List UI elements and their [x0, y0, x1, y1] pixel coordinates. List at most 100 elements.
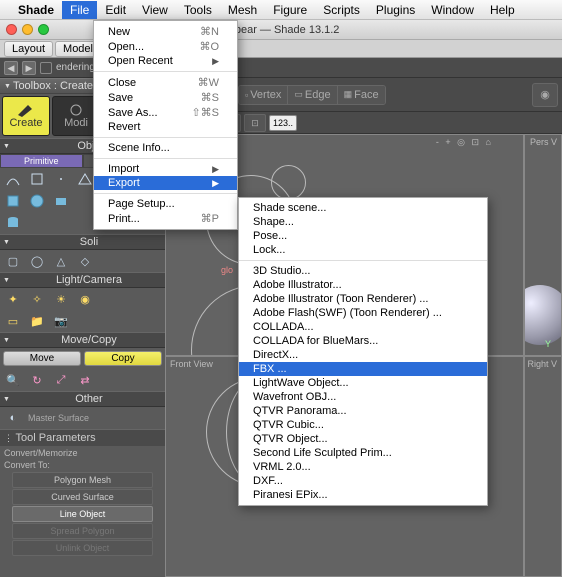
export-menu-adobe-illustrator-toon-renderer-[interactable]: Adobe Illustrator (Toon Renderer) ... [239, 292, 487, 306]
mirror-icon[interactable]: ⇄ [76, 371, 94, 389]
export-menu-collada-for-bluemars-[interactable]: COLLADA for BlueMars... [239, 334, 487, 348]
sphere-icon[interactable] [28, 192, 46, 210]
sun-icon[interactable]: ☀ [52, 290, 70, 308]
vp-number-field[interactable]: 123.. [269, 115, 297, 131]
menu-mesh[interactable]: Mesh [220, 1, 265, 19]
area-light-icon[interactable]: ▭ [4, 312, 22, 330]
export-menu-pose-[interactable]: Pose... [239, 229, 487, 243]
file-menu-import[interactable]: Import▶ [94, 162, 237, 176]
next-button[interactable]: ▶ [22, 61, 36, 75]
menu-plugins[interactable]: Plugins [368, 1, 423, 19]
file-menu-save-as-[interactable]: Save As...⇧⌘S [94, 105, 237, 120]
bulb-icon[interactable]: ◉ [76, 290, 94, 308]
rect-icon[interactable] [28, 170, 46, 188]
master-surface-label[interactable]: Master Surface [28, 409, 89, 427]
export-menu-lightwave-object-[interactable]: LightWave Object... [239, 376, 487, 390]
face-icon[interactable] [52, 192, 70, 210]
export-menu-directx-[interactable]: DirectX... [239, 348, 487, 362]
curve-icon[interactable] [4, 170, 22, 188]
export-menu-vrml-[interactable]: VRML 2.0... [239, 460, 487, 474]
solid-icon-3[interactable]: △ [52, 252, 70, 270]
menu-file[interactable]: File [62, 1, 97, 19]
file-menu-print-[interactable]: Print...⌘P [94, 211, 237, 226]
convert-unlink-object[interactable]: Unlink Object [12, 540, 153, 556]
menu-help[interactable]: Help [482, 1, 523, 19]
minimize-window-button[interactable] [22, 24, 33, 35]
other-section[interactable]: ▼Other [0, 391, 165, 407]
translate-icon[interactable]: 🔍 [4, 371, 22, 389]
solid-icon-4[interactable]: ◇ [76, 252, 94, 270]
file-menu-open-[interactable]: Open...⌘O [94, 39, 237, 54]
menu-view[interactable]: View [134, 1, 176, 19]
export-menu-shade-scene-[interactable]: Shade scene... [239, 201, 487, 215]
triangle-icon[interactable] [76, 170, 94, 188]
file-menu-page-setup-[interactable]: Page Setup... [94, 197, 237, 211]
camera-icon[interactable]: 📷 [52, 312, 70, 330]
app-name[interactable]: Shade [18, 3, 54, 17]
file-menu-revert[interactable]: Revert [94, 120, 237, 134]
rotate-icon[interactable]: ↻ [28, 371, 46, 389]
menu-scripts[interactable]: Scripts [315, 1, 368, 19]
file-menu-export[interactable]: Export▶ [94, 176, 237, 190]
face-mode[interactable]: ▦Face [338, 86, 385, 104]
export-menu-wavefront-obj-[interactable]: Wavefront OBJ... [239, 390, 487, 404]
prev-button[interactable]: ◀ [4, 61, 18, 75]
primitive-tab[interactable]: Primitive [0, 154, 83, 168]
export-menu-second-life-sculpted-prim-[interactable]: Second Life Sculpted Prim... [239, 446, 487, 460]
export-menu-lock-[interactable]: Lock... [239, 243, 487, 257]
export-menu-adobe-flash-swf-toon-renderer-[interactable]: Adobe Flash(SWF) (Toon Renderer) ... [239, 306, 487, 320]
menu-edit[interactable]: Edit [97, 1, 134, 19]
file-menu-close[interactable]: Close⌘W [94, 75, 237, 90]
convert-spread-polygon[interactable]: Spread Polygon [12, 523, 153, 539]
export-menu-piranesi-epix-[interactable]: Piranesi EPix... [239, 488, 487, 502]
menu-figure[interactable]: Figure [265, 1, 315, 19]
close-window-button[interactable] [6, 24, 17, 35]
export-menu-qtvr-object-[interactable]: QTVR Object... [239, 432, 487, 446]
solid-icon-1[interactable]: ▢ [4, 252, 22, 270]
move-button[interactable]: Move [3, 351, 81, 366]
export-menu-dxf-[interactable]: DXF... [239, 474, 487, 488]
file-menu-new[interactable]: New⌘N [94, 24, 237, 39]
export-menu-adobe-illustrator-[interactable]: Adobe Illustrator... [239, 278, 487, 292]
export-menu-fbx-[interactable]: FBX ... [239, 362, 487, 376]
export-menu-qtvr-cubic-[interactable]: QTVR Cubic... [239, 418, 487, 432]
menu-tools[interactable]: Tools [176, 1, 220, 19]
solid-section[interactable]: ▼Soli [0, 234, 165, 250]
file-menu-save[interactable]: Save⌘S [94, 90, 237, 105]
viewport-pers[interactable]: Pers V Y [524, 134, 562, 356]
vp-snap-button[interactable]: ⊡ [244, 114, 266, 132]
file-menu-open-recent[interactable]: Open Recent▶ [94, 54, 237, 68]
zoom-window-button[interactable] [38, 24, 49, 35]
scale-icon[interactable]: ⤢ [52, 371, 70, 389]
vertex-mode[interactable]: ▫Vertex [239, 86, 288, 104]
viewport-right[interactable]: Right V [524, 356, 562, 577]
solid-icon-2[interactable]: ◯ [28, 252, 46, 270]
convert-polygon-mesh[interactable]: Polygon Mesh [12, 472, 153, 488]
cylinder-icon[interactable] [4, 214, 22, 232]
export-menu-collada-[interactable]: COLLADA... [239, 320, 487, 334]
convert-line-object[interactable]: Line Object [12, 506, 153, 522]
file-menu-scene-info-[interactable]: Scene Info... [94, 141, 237, 155]
rendering-label: endering [56, 62, 95, 73]
viewport-controls[interactable]: - + ◎ ⊡ ⌂ [436, 137, 493, 148]
rendering-checkbox[interactable] [40, 62, 52, 74]
light-icon[interactable]: ✦ [4, 290, 22, 308]
export-menu--d-studio-[interactable]: 3D Studio... [239, 264, 487, 278]
vp-render-button[interactable]: ◉ [532, 83, 558, 107]
menu-window[interactable]: Window [423, 1, 482, 19]
tool-parameters-header[interactable]: ⋮ Tool Parameters [0, 429, 165, 446]
copy-button[interactable]: Copy [84, 351, 162, 366]
spot-icon[interactable]: ✧ [28, 290, 46, 308]
other-icon-1[interactable]: ◐ [4, 409, 22, 427]
move-section[interactable]: ▼Move/Copy [0, 332, 165, 348]
folder-icon[interactable]: 📁 [28, 312, 46, 330]
light-section[interactable]: ▼Light/Camera [0, 272, 165, 288]
layout-tab[interactable]: Layout [4, 41, 53, 57]
export-menu-qtvr-panorama-[interactable]: QTVR Panorama... [239, 404, 487, 418]
edge-mode[interactable]: ▭Edge [288, 86, 337, 104]
export-menu-shape-[interactable]: Shape... [239, 215, 487, 229]
convert-curved-surface[interactable]: Curved Surface [12, 489, 153, 505]
create-tool-button[interactable]: Create [2, 96, 50, 136]
cube-icon[interactable] [4, 192, 22, 210]
point-icon[interactable] [52, 170, 70, 188]
